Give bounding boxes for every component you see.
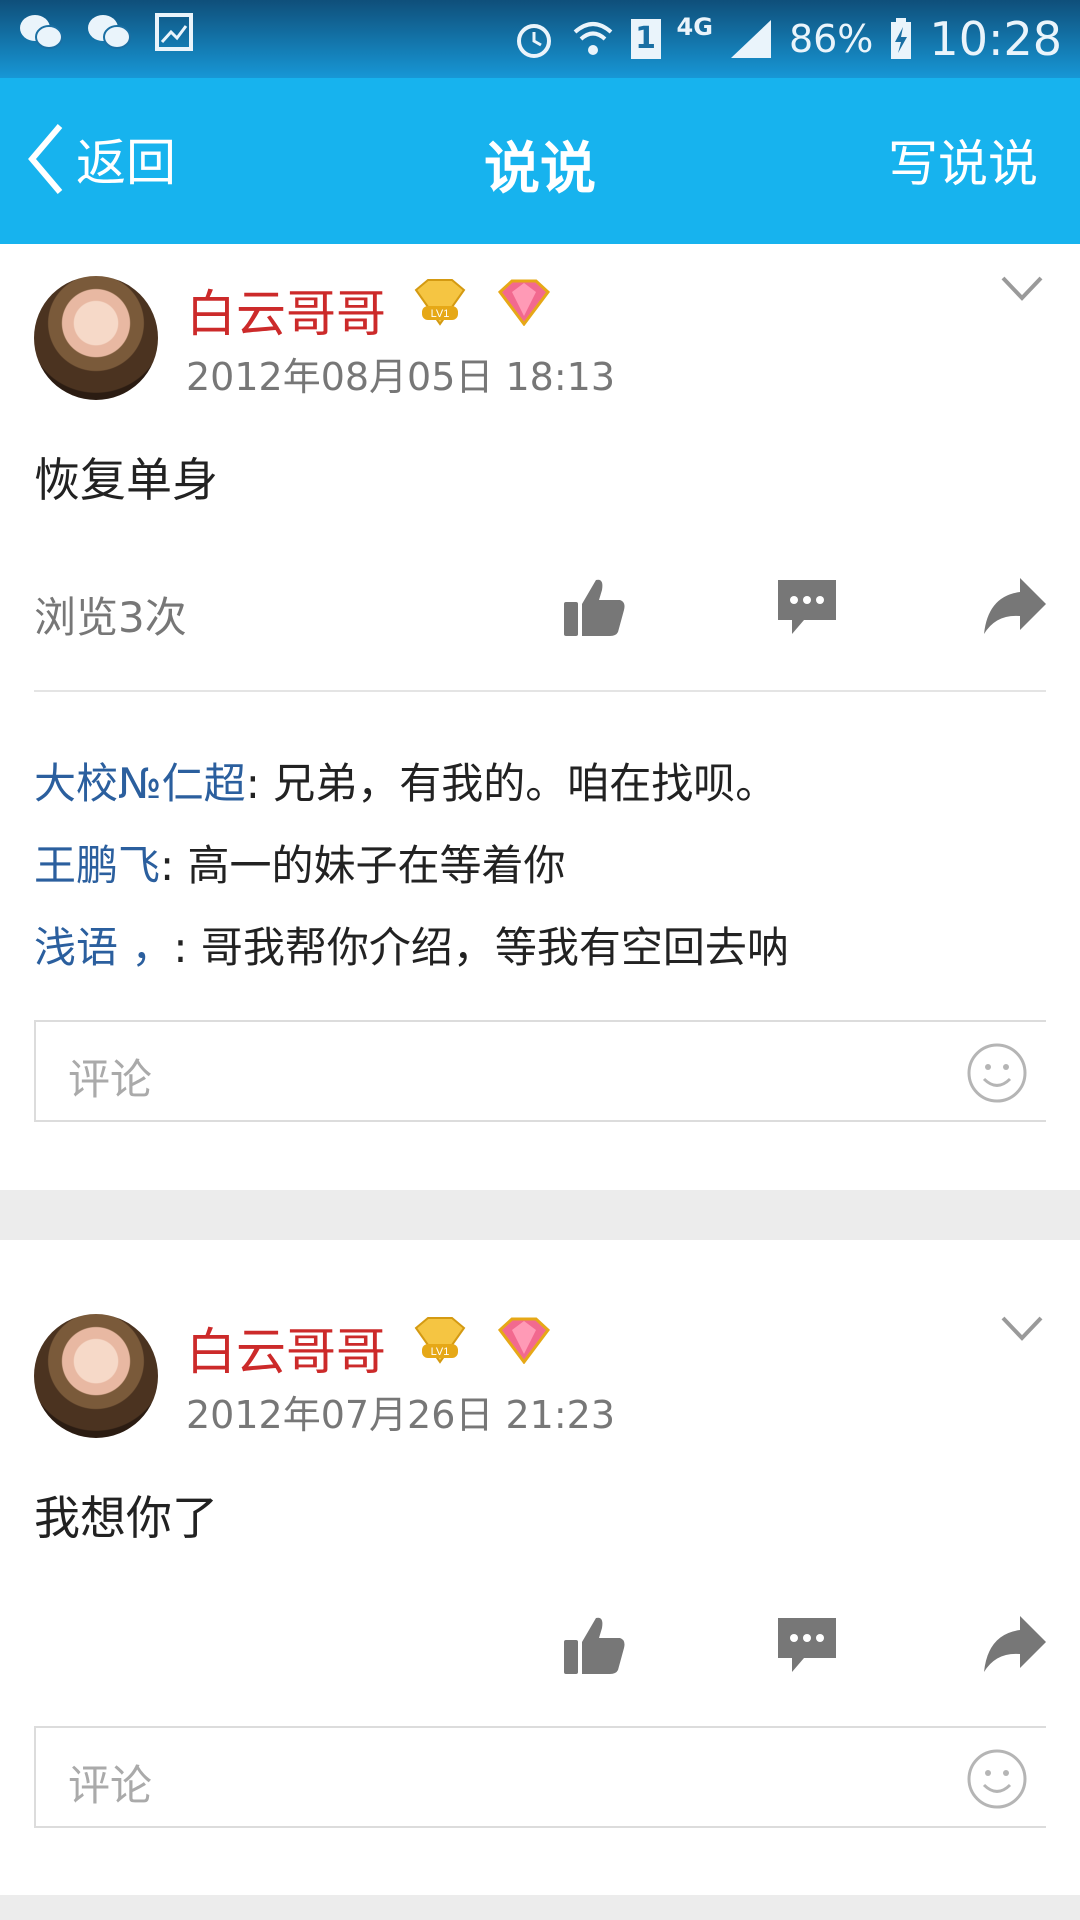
commenter-name[interactable]: 大校№仁超	[34, 759, 246, 808]
level-label: LV1	[431, 308, 450, 320]
author-name[interactable]: 白云哥哥	[186, 274, 386, 346]
like-icon[interactable]	[562, 1612, 628, 1678]
comment-input[interactable]: 评论	[34, 1020, 1046, 1122]
alarm-icon	[516, 24, 551, 58]
title-bar: 返回 说说 写说说	[0, 78, 1080, 244]
commenter-name[interactable]: 浅语 ，	[34, 923, 173, 972]
vip-level-badge: LV1	[414, 1317, 466, 1364]
share-icon[interactable]	[982, 574, 1048, 640]
network-type: 4G	[676, 13, 713, 41]
comment-icon[interactable]	[774, 1612, 840, 1678]
comment-text: : 高一的妹子在等着你	[160, 841, 566, 890]
comment-input[interactable]: 评论	[34, 1726, 1046, 1828]
emoji-icon[interactable]	[966, 1042, 1028, 1104]
level-label: LV1	[431, 1346, 450, 1358]
wifi-icon	[573, 22, 612, 55]
diamond-icon	[497, 1317, 551, 1364]
comment-icon[interactable]	[774, 574, 840, 640]
sim-label: 1	[635, 21, 656, 56]
post-card: 白云哥哥 LV1 2012年07月26日 21:23 我想你了 评论	[0, 1240, 1080, 1895]
chevron-down-icon[interactable]	[1000, 1314, 1044, 1344]
post-date: 2012年07月26日 21:23	[186, 1393, 616, 1437]
post-date: 2012年08月05日 18:13	[186, 355, 616, 399]
section-gap	[0, 1895, 1080, 1920]
sim-icon: 1	[630, 19, 661, 59]
comment-item: 浅语 ，: 哥我帮你介绍，等我有空回去呐	[34, 914, 789, 975]
post-card: 白云哥哥 LV1 2012年08月05日 18:13 恢复单身 浏览3次 大校№…	[0, 244, 1080, 1190]
signal-icon	[730, 20, 771, 58]
gallery-icon	[155, 13, 193, 51]
share-icon[interactable]	[982, 1612, 1048, 1678]
diamond-icon	[497, 279, 551, 326]
comment-item: 大校№仁超: 兄弟，有我的。咱在找呗。	[34, 750, 777, 811]
post-content: 恢复单身	[34, 453, 218, 507]
avatar[interactable]	[34, 1314, 158, 1438]
battery-charging-icon	[891, 18, 912, 59]
section-gap	[0, 1190, 1080, 1240]
vip-level-badge: LV1	[414, 279, 466, 326]
status-bar: 1 4G 86% 10:28	[0, 0, 1080, 78]
wechat-icon	[20, 15, 63, 49]
status-left-icons	[18, 12, 194, 52]
comment-text: : 兄弟，有我的。咱在找呗。	[245, 759, 778, 808]
comment-text: : 哥我帮你介绍，等我有空回去呐	[173, 923, 789, 972]
status-right-icons: 1 4G 86% 10:28	[513, 8, 1062, 70]
avatar[interactable]	[34, 276, 158, 400]
comment-item: 王鹏飞: 高一的妹子在等着你	[34, 832, 566, 893]
author-name[interactable]: 白云哥哥	[186, 1312, 386, 1384]
emoji-icon[interactable]	[966, 1748, 1028, 1810]
like-icon[interactable]	[562, 574, 628, 640]
chevron-down-icon[interactable]	[1000, 274, 1044, 304]
clock: 10:28	[929, 12, 1062, 66]
battery-percent: 86%	[788, 17, 874, 61]
commenter-name[interactable]: 王鹏飞	[34, 841, 160, 890]
divider	[34, 690, 1046, 692]
wechat-icon	[88, 15, 131, 49]
comment-placeholder: 评论	[68, 1761, 153, 1810]
write-post-button[interactable]: 写说说	[888, 124, 1038, 196]
comment-placeholder: 评论	[68, 1055, 153, 1104]
post-content: 我想你了	[34, 1491, 218, 1545]
view-count: 浏览3次	[34, 593, 187, 642]
